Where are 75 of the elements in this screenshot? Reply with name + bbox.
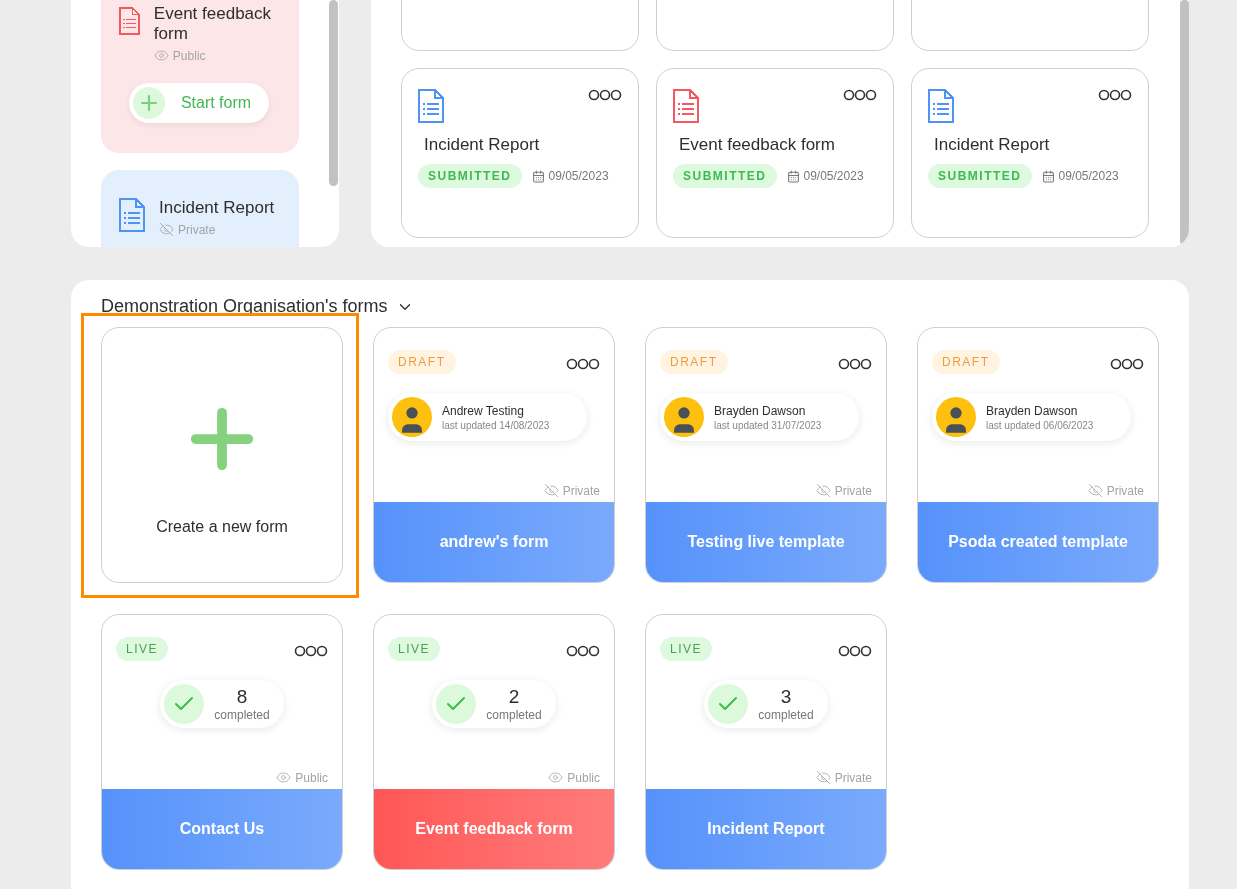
completed-count: 3 xyxy=(780,686,792,708)
eye-off-icon xyxy=(815,770,831,785)
visibility-label: Public xyxy=(295,770,328,785)
completed-label: completed xyxy=(214,708,270,722)
avatar-icon xyxy=(936,397,976,437)
eye-icon xyxy=(276,770,292,785)
form-title: Incident Report xyxy=(424,135,541,155)
form-card[interactable]: DRAFT Andrew Testing last updated 14/08/2023 Private andrew's form xyxy=(373,327,615,583)
date-label: 09/05/2023 xyxy=(1058,169,1119,183)
scrollbar[interactable] xyxy=(1180,0,1189,245)
form-card[interactable]: Incident Report Private xyxy=(101,170,299,247)
status-badge: SUBMITTED xyxy=(928,164,1032,188)
more-options-icon[interactable] xyxy=(838,358,872,370)
form-title: Incident Report xyxy=(159,198,275,218)
avatar-icon xyxy=(392,397,432,437)
status-badge: SUBMITTED xyxy=(673,164,777,188)
calendar-icon xyxy=(1041,169,1055,183)
eye-off-icon xyxy=(815,483,831,498)
form-card[interactable]: LIVE 3 completed Private Incident Report xyxy=(645,614,887,870)
visibility-label: Public xyxy=(172,48,206,63)
visibility-label: Private xyxy=(834,770,872,785)
status-badge: LIVE xyxy=(116,637,168,661)
calendar-icon xyxy=(531,169,545,183)
eye-off-icon xyxy=(159,222,174,237)
eye-off-icon xyxy=(543,483,559,498)
submitted-form-card[interactable]: Incident Report SUBMITTED 09/05/2023 xyxy=(401,68,639,238)
form-card[interactable]: LIVE 2 completed Public Event feedback form xyxy=(373,614,615,870)
author-name: Andrew Testing xyxy=(442,403,525,418)
status-badge: LIVE xyxy=(660,637,712,661)
status-badge: LIVE xyxy=(388,637,440,661)
updated-date: last updated 14/08/2023 xyxy=(442,419,550,431)
section-title: Demonstration Organisation's forms xyxy=(101,296,388,317)
status-badge: DRAFT xyxy=(660,350,728,374)
updated-date: last updated 31/07/2023 xyxy=(714,419,822,431)
create-form-button[interactable]: Create a new form xyxy=(101,327,343,583)
avatar-icon xyxy=(664,397,704,437)
status-badge: DRAFT xyxy=(932,350,1000,374)
form-card[interactable]: DRAFT Brayden Dawson last updated 31/07/2023 Private Testing live template xyxy=(645,327,887,583)
submitted-form-card[interactable]: Event feedback form SUBMITTED 09/05/2023 xyxy=(656,68,894,238)
completed-count: 8 xyxy=(236,686,248,708)
eye-icon xyxy=(548,770,564,785)
updated-date: last updated 06/06/2023 xyxy=(986,419,1094,431)
more-options-icon[interactable] xyxy=(294,645,328,657)
eye-off-icon xyxy=(1087,483,1103,498)
visibility-label: Private xyxy=(562,483,600,498)
completed-count: 2 xyxy=(508,686,520,708)
form-title: Incident Report xyxy=(934,135,1051,155)
completed-label: completed xyxy=(758,708,814,722)
author-name: Brayden Dawson xyxy=(714,403,807,418)
form-card[interactable]: Event feedback form Public Start form xyxy=(101,0,299,153)
calendar-icon xyxy=(786,169,800,183)
more-options-icon[interactable] xyxy=(1098,89,1132,101)
status-badge: SUBMITTED xyxy=(418,164,522,188)
form-card[interactable]: DRAFT Brayden Dawson last updated 06/06/2023 Private Psoda created template xyxy=(917,327,1159,583)
visibility-label: Public xyxy=(567,770,600,785)
date-label: 09/05/2023 xyxy=(548,169,609,183)
visibility-label: Private xyxy=(1106,483,1144,498)
author-name: Brayden Dawson xyxy=(986,403,1079,418)
more-options-icon[interactable] xyxy=(566,358,600,370)
scrollbar[interactable] xyxy=(329,0,338,186)
more-options-icon[interactable] xyxy=(838,645,872,657)
more-options-icon[interactable] xyxy=(566,645,600,657)
completed-label: completed xyxy=(486,708,542,722)
form-title: Event feedback form xyxy=(679,135,836,155)
visibility-label: Private xyxy=(178,222,216,237)
more-options-icon[interactable] xyxy=(588,89,622,101)
form-title: Event feedback form xyxy=(153,4,273,44)
more-options-icon[interactable] xyxy=(1110,358,1144,370)
eye-icon xyxy=(153,48,169,63)
more-options-icon[interactable] xyxy=(843,89,877,101)
submitted-form-card[interactable]: Incident Report SUBMITTED 09/05/2023 xyxy=(911,68,1149,238)
status-badge: DRAFT xyxy=(388,350,456,374)
visibility-label: Private xyxy=(834,483,872,498)
form-card[interactable]: LIVE 8 completed Public Contact Us xyxy=(101,614,343,870)
date-label: 09/05/2023 xyxy=(803,169,864,183)
